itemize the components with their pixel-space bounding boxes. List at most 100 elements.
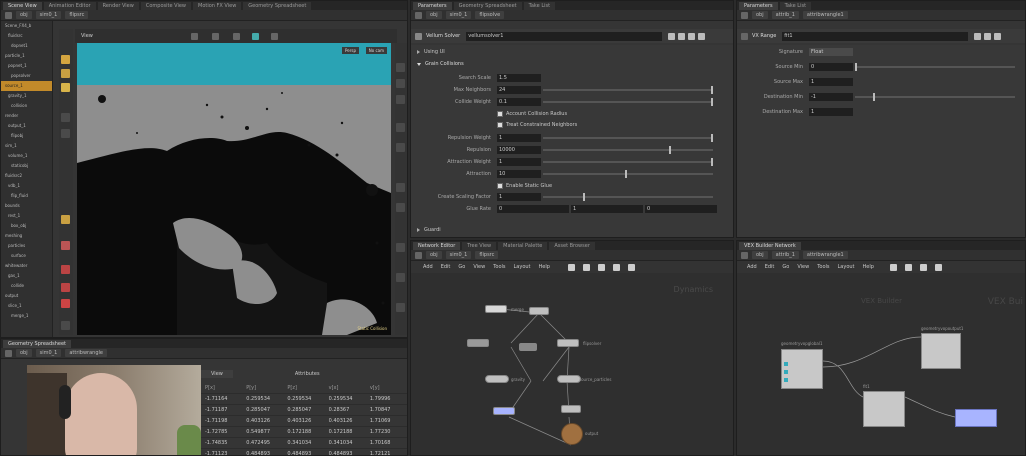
viewer-crumb-2[interactable]: flipsrc (65, 11, 89, 19)
vex-param-value-field[interactable]: -1 (809, 92, 853, 101)
network-mid-menu-edit[interactable]: Edit (441, 264, 451, 270)
point-display-icon[interactable] (396, 183, 405, 192)
params-crumb-0[interactable]: obj (426, 11, 442, 19)
network-right-menu-tools[interactable]: Tools (817, 264, 829, 270)
params-back-icon[interactable] (415, 11, 422, 19)
param-slider[interactable] (543, 85, 713, 94)
grid-icon[interactable] (396, 243, 405, 252)
folder-grain-collisions[interactable]: Grain Collisions (417, 61, 464, 67)
param-slider[interactable] (543, 145, 713, 154)
network-mid-menu-tools[interactable]: Tools (493, 264, 505, 270)
folder-using-ui[interactable]: Using UI (417, 49, 445, 55)
network-node-output[interactable] (561, 405, 581, 413)
vex-param-slider[interactable] (855, 92, 1015, 101)
network-node-dopnet[interactable] (561, 423, 583, 445)
network-node-gravity[interactable] (529, 307, 549, 315)
network-mid-shape-icon[interactable] (612, 263, 620, 271)
network-right-menu-edit[interactable]: Edit (765, 264, 775, 270)
network-node-source[interactable] (467, 339, 489, 347)
network-node-popforce[interactable] (557, 375, 581, 383)
handle-tool-icon[interactable] (61, 129, 70, 138)
table-row[interactable]: -1.72785 0.549877 0.172188 0.172188 1.77230 (201, 427, 407, 438)
param-checkbox-row[interactable]: Treat Constrained Neighbors (497, 120, 577, 129)
network-right-crumb-2[interactable]: attribwrangle1 (802, 251, 848, 259)
scene-tree-item[interactable]: whitewater (1, 261, 52, 271)
network-node-flipsolver[interactable] (557, 339, 579, 347)
params-footer[interactable]: Guardi (417, 227, 441, 233)
param-slider[interactable] (543, 192, 713, 201)
param-value-field[interactable]: 0 (497, 204, 569, 213)
vop-export-node[interactable] (955, 409, 997, 427)
sculpt-tool-icon[interactable] (61, 283, 70, 292)
network-right-menu-go[interactable]: Go (782, 264, 789, 270)
rotate-tool-icon[interactable] (61, 83, 70, 92)
vex-param-value-field[interactable]: 1 (809, 107, 853, 116)
params-tab-2[interactable]: Take List (523, 1, 556, 10)
param-value-field[interactable]: 0.1 (497, 97, 541, 106)
param-value-field[interactable]: 10 (497, 169, 541, 178)
scene-tree-item[interactable]: surface (1, 251, 52, 261)
gear-icon[interactable] (668, 32, 676, 40)
network-node-merge[interactable] (485, 305, 507, 313)
scene-tree-item[interactable]: gravity_1 (1, 91, 52, 101)
network-right-crumb-0[interactable]: obj (752, 251, 768, 259)
param-slider-handle[interactable] (625, 169, 627, 178)
network-mid-menu-view[interactable]: View (473, 264, 485, 270)
col-header-3[interactable]: v[x] (325, 383, 366, 393)
param-value-field[interactable]: 1.5 (497, 73, 541, 82)
network-mid-tab-2[interactable]: Material Palette (498, 241, 548, 250)
viewport[interactable]: Persp No cam Static Collision (77, 43, 391, 335)
viewer-crumb-1[interactable]: sim0_1 (35, 11, 62, 19)
params-crumb-2[interactable]: flipsolve (475, 11, 505, 19)
vex-param-slider[interactable] (855, 62, 1015, 71)
move-tool-icon[interactable] (61, 69, 70, 78)
table-row[interactable]: -1.71187 0.285047 0.285047 0.28367 1.70847 (201, 405, 407, 416)
vex-param-slider-handle[interactable] (873, 92, 875, 101)
scene-tree-item[interactable]: render (1, 111, 52, 121)
param-slider-handle[interactable] (583, 192, 585, 201)
viewport-cam-button[interactable]: Persp (342, 47, 359, 54)
network-right-crumb-1[interactable]: attrib_1 (771, 251, 799, 259)
table-row[interactable]: -1.71123 0.484893 0.484893 0.484893 1.72121 (201, 449, 407, 455)
vop-output-node[interactable] (921, 333, 961, 369)
scene-tree-item[interactable]: vdb_1 (1, 181, 52, 191)
ghost-icon[interactable] (396, 123, 405, 132)
param-slider-handle[interactable] (711, 157, 713, 166)
scene-tree-item[interactable]: rest_1 (1, 211, 52, 221)
back-icon[interactable] (5, 11, 12, 19)
vex-param-value-field[interactable]: 0 (809, 62, 853, 71)
vex-param-slider-handle[interactable] (855, 62, 857, 71)
scene-tree-item[interactable]: fluidsrc2 (1, 171, 52, 181)
vex-help-icon[interactable] (984, 32, 992, 40)
scene-tree-item[interactable]: bounds (1, 201, 52, 211)
network-node-popsolver[interactable] (485, 375, 509, 383)
scene-tree-item[interactable]: meshing (1, 231, 52, 241)
viewer-tab-4[interactable]: Motion FX View (193, 1, 242, 10)
network-mid-wrench-icon[interactable] (567, 263, 575, 271)
scene-tree-item[interactable]: particle_1 (1, 51, 52, 61)
viewer-tab-5[interactable]: Geometry Spreadsheet (243, 1, 312, 10)
params-tab-0[interactable]: Parameters (413, 1, 452, 10)
display-options-icon[interactable] (251, 32, 259, 40)
table-row[interactable]: -1.74835 0.472495 0.341034 0.341034 1.70168 (201, 438, 407, 449)
camera-lock-icon[interactable] (396, 95, 405, 104)
scene-tree-item[interactable]: staticobj (1, 161, 52, 171)
network-right-tab-0[interactable]: VEX Builder Network (739, 241, 801, 250)
vex-params-back-icon[interactable] (741, 11, 748, 19)
checkbox[interactable] (497, 121, 503, 128)
vop-fit-node[interactable] (863, 391, 905, 427)
network-mid-menu-help[interactable]: Help (539, 264, 550, 270)
network-mid-color-icon[interactable] (597, 263, 605, 271)
scene-tree-item[interactable]: particles (1, 241, 52, 251)
network-right-grid-icon[interactable] (904, 263, 912, 271)
lighting-icon[interactable] (190, 32, 198, 40)
network-mid-crumb-2[interactable]: flipsrc (475, 251, 499, 259)
vex-params-crumb-1[interactable]: attrib_1 (771, 11, 799, 19)
param-slider[interactable] (543, 133, 713, 142)
network-mid-tab-3[interactable]: Asset Browser (549, 241, 595, 250)
vex-params-tab-0[interactable]: Parameters (739, 1, 778, 10)
viewer-tab-0[interactable]: Scene View (3, 1, 42, 10)
help-icon[interactable] (678, 32, 686, 40)
network-right-menu-view[interactable]: View (797, 264, 809, 270)
spreadsheet-crumb-0[interactable]: obj (16, 349, 32, 357)
